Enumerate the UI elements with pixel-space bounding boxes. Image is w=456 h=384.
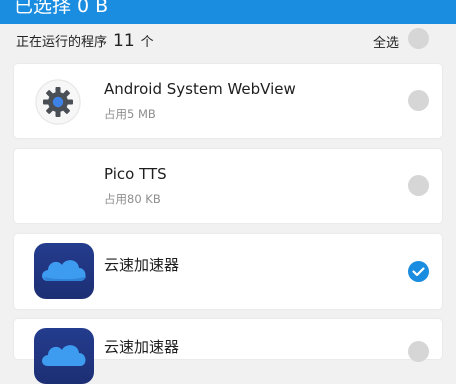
app-size: 占用5 MB bbox=[104, 107, 156, 121]
running-apps-count: 11 bbox=[113, 31, 135, 51]
top-bar: 已选择 0 B bbox=[0, 0, 456, 24]
running-apps-label: 正在运行的程序 bbox=[16, 35, 108, 50]
gear-icon bbox=[34, 78, 82, 126]
app-card-yunsu-accelerator[interactable]: 云速加速器 bbox=[14, 234, 442, 309]
cloud-icon bbox=[34, 243, 94, 299]
app-name: Pico TTS bbox=[104, 165, 167, 183]
app-card-pico-tts[interactable]: Pico TTS 占用80 KB bbox=[14, 149, 442, 223]
app-size: 占用80 KB bbox=[104, 192, 161, 206]
app-card-yunsu-accelerator-2[interactable]: 云速加速器 bbox=[14, 319, 442, 384]
select-all-label: 全选 bbox=[373, 36, 400, 51]
running-summary-bar: 正在运行的程序 11 个 全选 bbox=[0, 24, 456, 60]
selected-size-title: 已选择 0 B bbox=[14, 0, 109, 17]
app-select-checkbox[interactable] bbox=[408, 341, 429, 362]
running-apps-summary: 正在运行的程序 11 个 bbox=[16, 31, 154, 51]
app-card-android-system-webview[interactable]: Android System WebView 占用5 MB bbox=[14, 64, 442, 138]
app-select-checkbox[interactable] bbox=[408, 175, 429, 196]
app-select-checkbox-checked[interactable] bbox=[408, 261, 429, 282]
running-apps-unit: 个 bbox=[140, 35, 154, 50]
checkmark-icon bbox=[412, 267, 425, 277]
app-name: Android System WebView bbox=[104, 80, 296, 98]
select-all-checkbox[interactable] bbox=[408, 28, 429, 49]
cloud-icon bbox=[34, 328, 94, 384]
app-name: 云速加速器 bbox=[104, 256, 180, 274]
app-name: 云速加速器 bbox=[104, 338, 180, 356]
app-select-checkbox[interactable] bbox=[408, 90, 429, 111]
